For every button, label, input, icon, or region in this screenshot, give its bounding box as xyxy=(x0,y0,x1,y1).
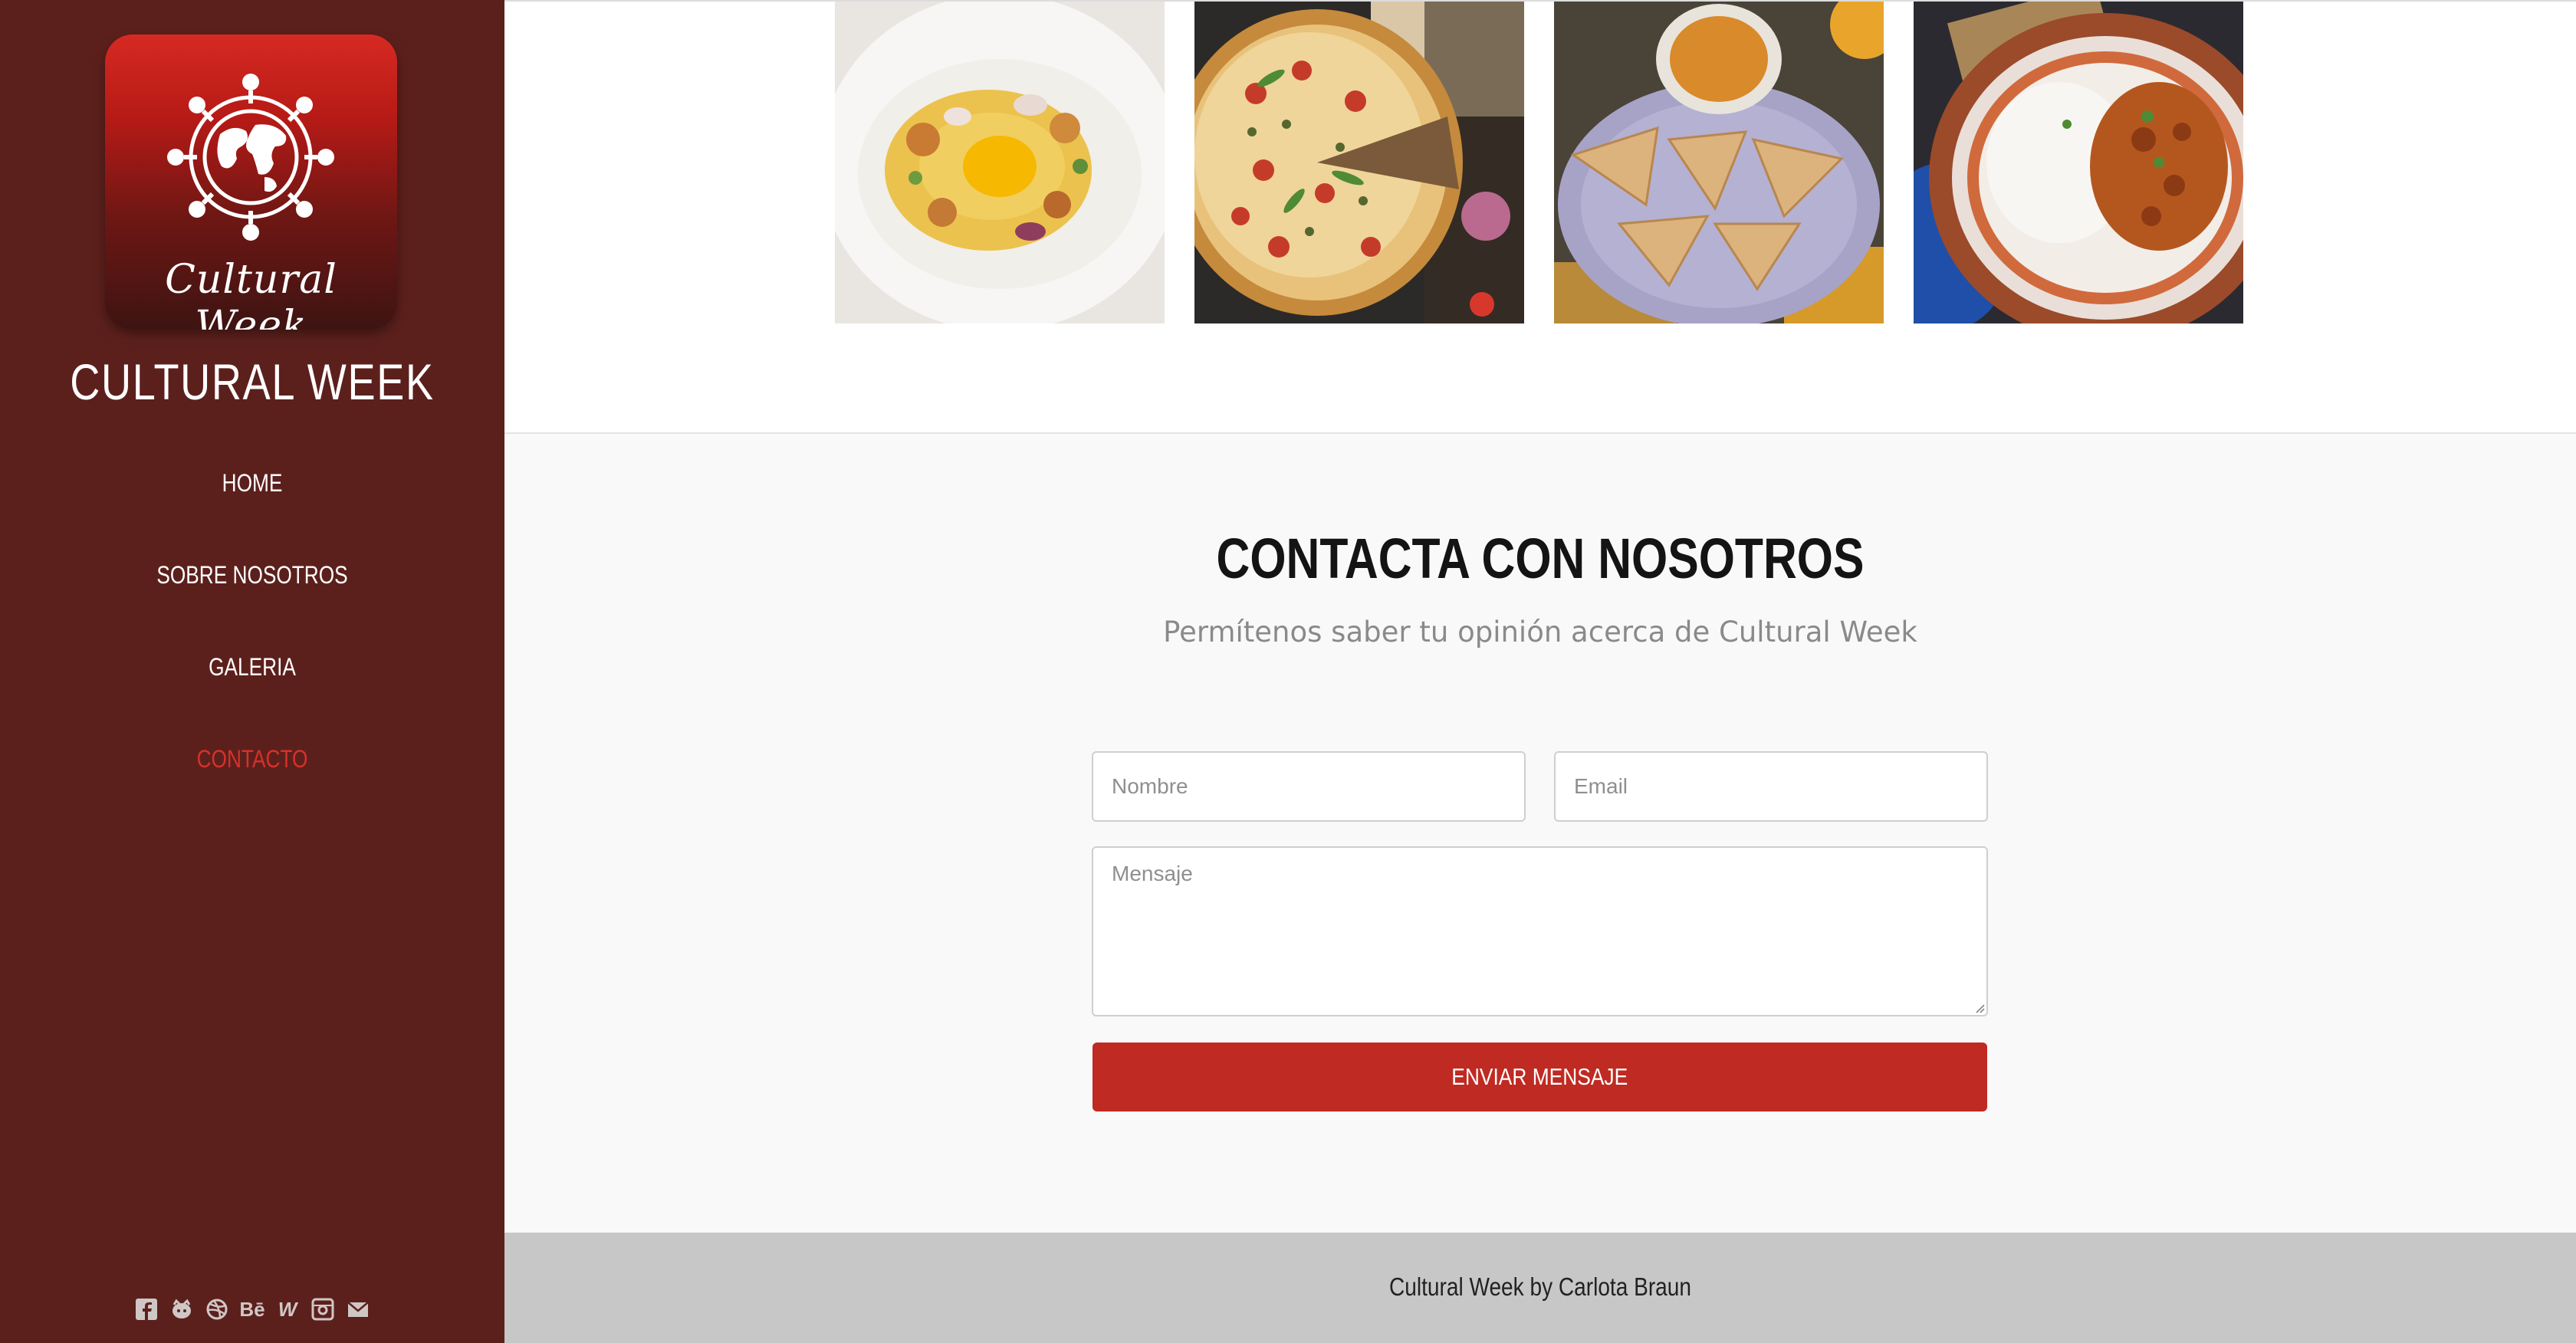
social-links: Bē W xyxy=(0,1297,504,1322)
pizza-image[interactable] xyxy=(1194,2,1524,323)
main-nav: HOME SOBRE NOSOTROS GALERIA CONTACTO xyxy=(0,464,504,832)
name-field[interactable] xyxy=(1092,751,1526,822)
github-icon[interactable] xyxy=(169,1297,194,1322)
mail-icon[interactable] xyxy=(346,1297,370,1322)
behance-icon[interactable]: Bē xyxy=(239,1297,264,1322)
send-message-label: ENVIAR MENSAJE xyxy=(1451,1063,1628,1090)
scones-image[interactable] xyxy=(1554,2,1884,323)
pasta-dish-image[interactable] xyxy=(835,2,1165,323)
site-logo[interactable]: Cultural Week xyxy=(105,34,397,330)
main-content: CONTACTA CON NOSOTROS Permítenos saber t… xyxy=(504,0,2576,1343)
facebook-icon[interactable] xyxy=(134,1297,159,1322)
nav-item-contacto[interactable]: CONTACTO xyxy=(45,740,459,832)
dribbble-icon[interactable] xyxy=(205,1297,229,1322)
instagram-icon[interactable] xyxy=(310,1297,335,1322)
gallery-section xyxy=(504,0,2576,434)
message-field[interactable] xyxy=(1092,846,1988,1016)
footer: Cultural Week by Carlota Braun xyxy=(504,1233,2576,1343)
nav-item-sobre-nosotros[interactable]: SOBRE NOSOTROS xyxy=(45,556,459,648)
nav-item-home[interactable]: HOME xyxy=(45,464,459,556)
send-message-button[interactable]: ENVIAR MENSAJE xyxy=(1092,1043,1987,1112)
w-icon[interactable]: W xyxy=(275,1297,300,1322)
nav-item-galeria[interactable]: GALERIA xyxy=(45,648,459,740)
sidebar: Cultural Week CULTURAL WEEK HOME SOBRE N… xyxy=(0,0,504,1343)
footer-credit: Cultural Week by Carlota Braun xyxy=(1389,1272,1691,1301)
curry-rice-image[interactable] xyxy=(1914,2,2243,323)
site-title[interactable]: CULTURAL WEEK xyxy=(45,353,459,411)
contact-subtitle: Permítenos saber tu opinión acerca de Cu… xyxy=(1163,616,1917,649)
contact-section: CONTACTA CON NOSOTROS Permítenos saber t… xyxy=(504,434,2576,1233)
email-field[interactable] xyxy=(1554,751,1988,822)
contact-title: CONTACTA CON NOSOTROS xyxy=(1216,527,1865,590)
resize-grip-icon[interactable] xyxy=(1974,1003,1985,1013)
logo-script-text: Cultural Week xyxy=(165,257,337,330)
